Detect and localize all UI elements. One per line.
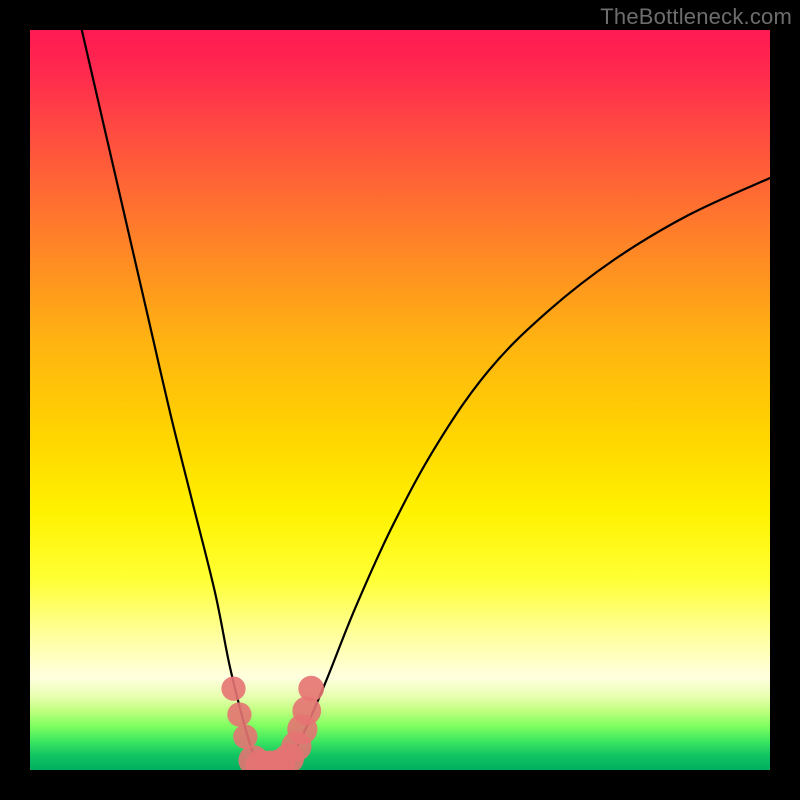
plot-area <box>30 30 770 770</box>
marker-dot <box>221 676 245 700</box>
bottleneck-curve <box>82 30 770 767</box>
curve-layer <box>30 30 770 770</box>
watermark-text: TheBottleneck.com <box>600 4 792 30</box>
chart-frame: TheBottleneck.com <box>0 0 800 800</box>
marker-dot <box>292 696 321 725</box>
marker-dot <box>233 725 257 749</box>
marker-dot <box>227 702 251 726</box>
marker-dot <box>298 676 324 702</box>
